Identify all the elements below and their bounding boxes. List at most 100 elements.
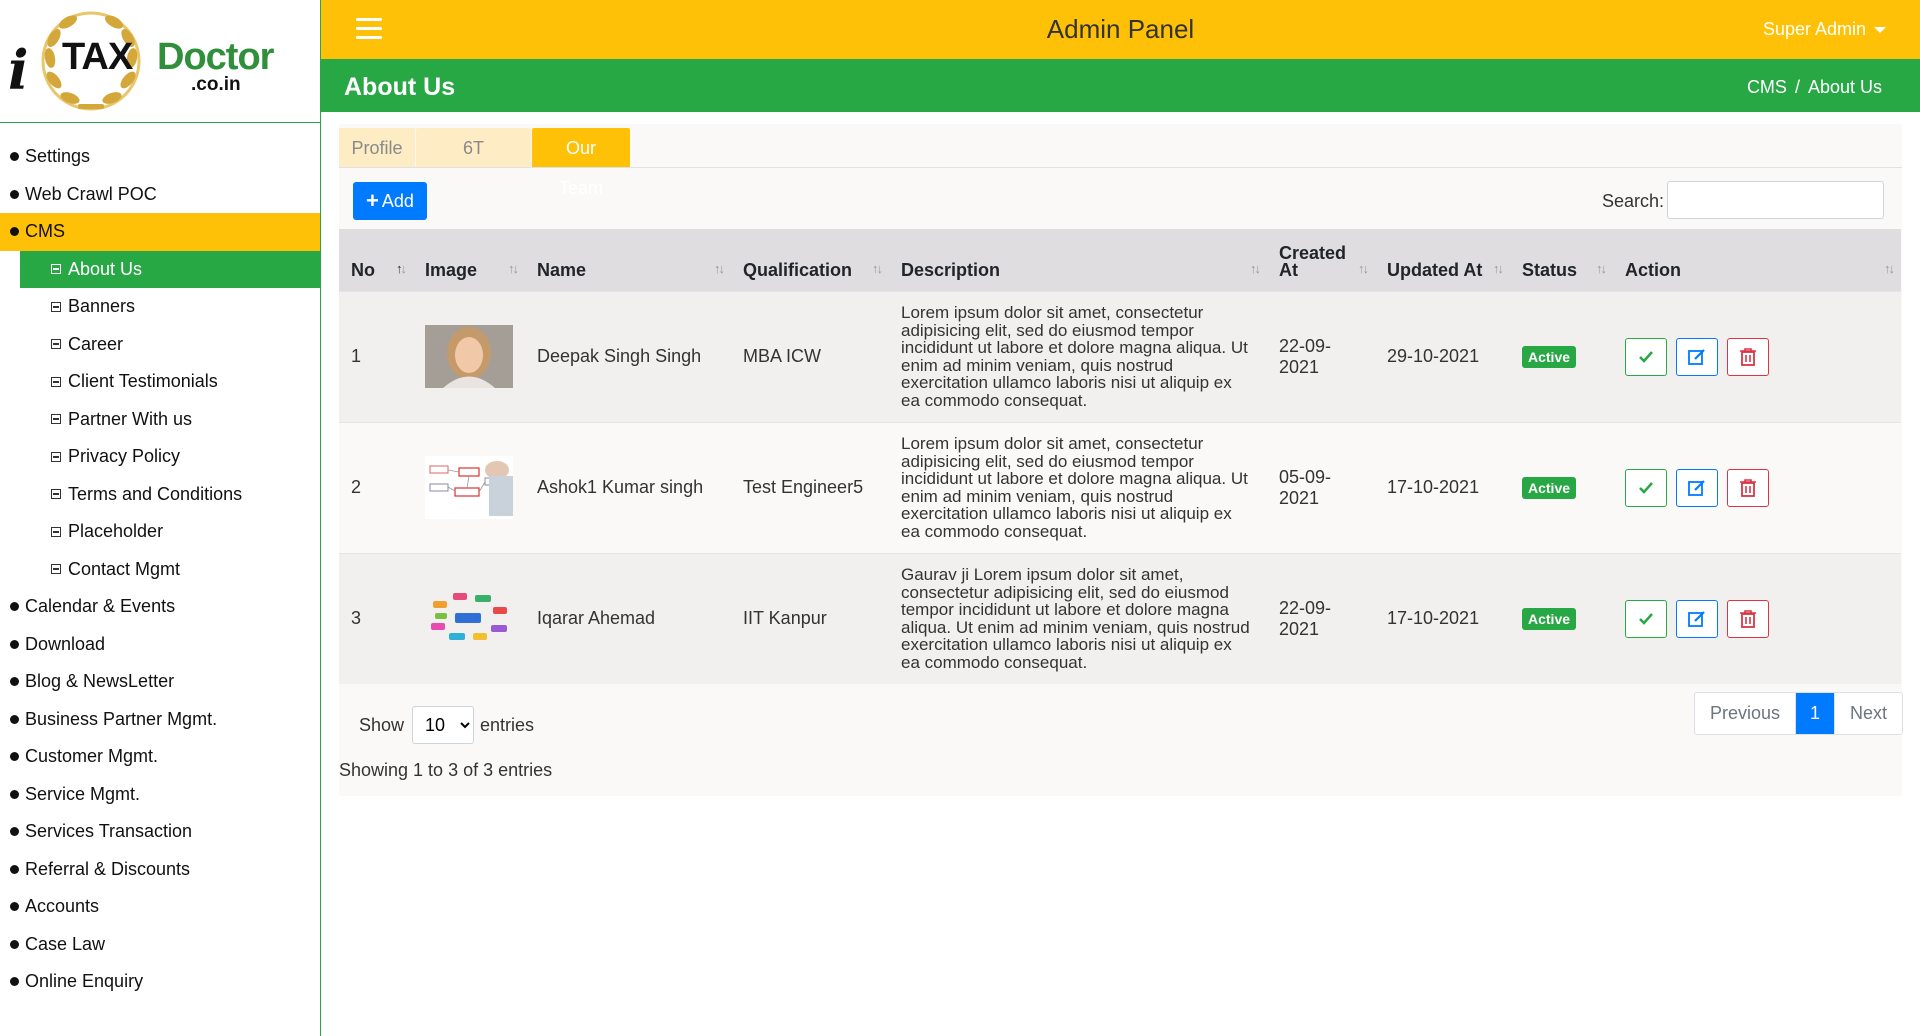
sidebar-subitem-client-testimonials[interactable]: Client Testimonials <box>20 363 320 401</box>
edit-button[interactable] <box>1676 468 1718 507</box>
tab-6t[interactable]: 6T <box>416 128 531 168</box>
delete-button[interactable] <box>1727 599 1769 638</box>
user-menu[interactable]: Super Admin <box>1763 19 1886 40</box>
column-header-updated-at[interactable]: Updated At ↑↓ <box>1375 229 1510 291</box>
add-button[interactable]: + Add <box>353 182 427 220</box>
status-badge: Active <box>1522 607 1577 630</box>
sidebar-item-label: Online Enquiry <box>25 971 144 992</box>
sidebar-subitem-placeholder[interactable]: Placeholder <box>20 513 320 551</box>
cell-name: Deepak Singh Singh <box>525 290 731 422</box>
cell-created-at: 05-09-2021 <box>1267 421 1375 553</box>
row-actions <box>1625 468 1889 507</box>
sort-icon[interactable]: ↑↓ <box>714 260 725 277</box>
column-header-action[interactable]: Action ↑↓ <box>1613 229 1901 291</box>
cell-created-at: 22-09-2021 <box>1267 290 1375 422</box>
sidebar-item-label: Contact Mgmt <box>68 558 181 579</box>
sort-icon[interactable]: ↑↓ <box>872 260 883 277</box>
trash-icon <box>1740 478 1756 497</box>
cell-status: Active <box>1510 290 1613 422</box>
column-header-description[interactable]: Description ↑↓ <box>889 229 1267 291</box>
page-size-select[interactable]: 10 <box>412 706 475 744</box>
sidebar-subitem-career[interactable]: Career <box>20 326 320 364</box>
sort-icon[interactable]: ↑↓ <box>508 260 519 277</box>
submenu-square-icon <box>51 339 61 350</box>
sort-icon[interactable]: ↑↓ <box>396 260 407 277</box>
row-actions <box>1625 599 1889 638</box>
breadcrumb-item-cms[interactable]: CMS <box>1747 77 1787 97</box>
sidebar-item-case-law[interactable]: Case Law <box>0 926 320 964</box>
cell-name: Iqarar Ahemad <box>525 552 731 684</box>
brand-logo[interactable]: i TAX Doctor .co.in <box>0 0 320 123</box>
breadcrumb: CMS / About Us <box>1747 77 1882 98</box>
portrait-photo-thumbnail[interactable] <box>425 325 513 388</box>
column-header-status[interactable]: Status ↑↓ <box>1510 229 1613 291</box>
sidebar-item-blog-newsletter[interactable]: Blog & NewsLetter <box>0 663 320 701</box>
column-header-name[interactable]: Name ↑↓ <box>525 229 731 291</box>
cell-image <box>413 421 525 553</box>
edit-button[interactable] <box>1676 337 1718 376</box>
cell-description: Lorem ipsum dolor sit amet, consectetur … <box>889 290 1267 422</box>
search-label: Search: <box>1602 191 1665 211</box>
approve-button[interactable] <box>1625 599 1667 638</box>
bullet-icon <box>10 789 19 799</box>
sidebar-item-label: Banners <box>68 296 136 317</box>
approve-button[interactable] <box>1625 468 1667 507</box>
sidebar-item-label: Blog & NewsLetter <box>25 671 175 692</box>
column-header-created-at[interactable]: Created At ↑↓ <box>1267 229 1375 291</box>
sidebar-item-referral-discounts[interactable]: Referral & Discounts <box>0 851 320 889</box>
table-summary: Showing 1 to 3 of 3 entries <box>339 760 553 780</box>
tab-profile[interactable]: Profile <box>339 128 415 168</box>
sidebar-item-label: Settings <box>25 146 91 167</box>
cell-updated-at: 17-10-2021 <box>1375 552 1510 684</box>
edit-button[interactable] <box>1676 599 1718 638</box>
cell-updated-at: 29-10-2021 <box>1375 290 1510 422</box>
delete-button[interactable] <box>1727 337 1769 376</box>
sidebar-subitem-banners[interactable]: Banners <box>20 288 320 326</box>
sidebar-item-service-mgmt[interactable]: Service Mgmt. <box>0 776 320 814</box>
user-name: Super Admin <box>1762 19 1866 39</box>
approve-button[interactable] <box>1625 337 1667 376</box>
sidebar-subitem-terms-and-conditions[interactable]: Terms and Conditions <box>20 476 320 514</box>
sidebar-subitem-privacy-policy[interactable]: Privacy Policy <box>20 438 320 476</box>
sort-icon[interactable]: ↑↓ <box>1358 260 1369 277</box>
sidebar-item-customer-mgmt[interactable]: Customer Mgmt. <box>0 738 320 776</box>
sidebar-item-calendar-events[interactable]: Calendar & Events <box>0 588 320 626</box>
sort-icon[interactable]: ↑↓ <box>1596 260 1607 277</box>
pagination-next[interactable]: Next <box>1834 693 1902 734</box>
cell-action <box>1613 290 1901 422</box>
cell-updated-at: 17-10-2021 <box>1375 421 1510 553</box>
sidebar-item-services-transaction[interactable]: Services Transaction <box>0 813 320 851</box>
flowchart-photo-thumbnail[interactable] <box>425 456 513 519</box>
sidebar-item-label: Accounts <box>25 896 100 917</box>
logo-tax: TAX <box>62 36 133 78</box>
column-header-qualification[interactable]: Qualification ↑↓ <box>731 229 889 291</box>
sort-icon[interactable]: ↑↓ <box>1493 260 1504 277</box>
column-header-no[interactable]: No ↑↓ <box>339 229 413 291</box>
sidebar-item-cms[interactable]: CMS <box>0 213 320 251</box>
cell-qualification: Test Engineer5 <box>731 421 889 553</box>
team-table: No ↑↓ Image ↑↓ Name ↑↓ Qualification ↑↓ Desc… <box>339 229 1901 684</box>
pagination-page-1[interactable]: 1 <box>1796 693 1835 734</box>
sidebar-item-business-partner-mgmt[interactable]: Business Partner Mgmt. <box>0 701 320 739</box>
edit-icon <box>1688 610 1705 627</box>
pagination-previous[interactable]: Previous <box>1695 693 1797 734</box>
delete-button[interactable] <box>1727 468 1769 507</box>
search-input[interactable] <box>1667 181 1884 219</box>
sort-icon[interactable]: ↑↓ <box>1250 260 1261 277</box>
mindmap-photo-thumbnail[interactable] <box>425 587 513 651</box>
sidebar-subitem-about-us[interactable]: About Us <box>20 250 320 288</box>
sidebar-item-accounts[interactable]: Accounts <box>0 888 320 926</box>
sidebar-item-label: CMS <box>25 221 65 242</box>
sidebar-item-label: Customer Mgmt. <box>25 746 159 767</box>
sidebar-item-web-crawl-poc[interactable]: Web Crawl POC <box>0 176 320 214</box>
sidebar-subitem-contact-mgmt[interactable]: Contact Mgmt <box>20 551 320 589</box>
column-header-image[interactable]: Image ↑↓ <box>413 229 525 291</box>
tab-our-team[interactable]: Our Team <box>532 128 630 198</box>
cell-action <box>1613 421 1901 553</box>
sort-icon[interactable]: ↑↓ <box>1884 260 1895 277</box>
sidebar-item-online-enquiry[interactable]: Online Enquiry <box>0 963 320 1001</box>
sidebar-item-download[interactable]: Download <box>0 626 320 664</box>
sidebar-item-settings[interactable]: Settings <box>0 138 320 176</box>
sidebar-subitem-partner-with-us[interactable]: Partner With us <box>20 401 320 439</box>
sidebar-item-label: Career <box>68 333 124 354</box>
